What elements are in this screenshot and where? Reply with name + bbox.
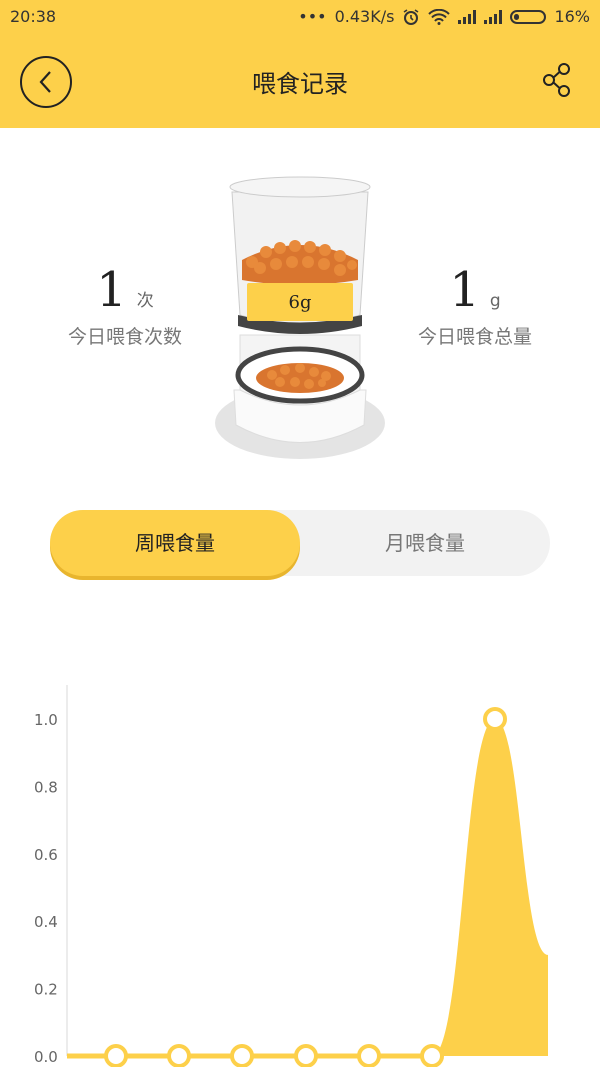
feed-total-unit: g xyxy=(489,291,501,311)
wifi-icon xyxy=(428,8,451,25)
weekly-feed-chart: 0.0 0.2 0.4 0.6 0.8 1.0 xyxy=(34,685,548,1067)
feed-total-value: 1 xyxy=(449,262,480,318)
share-icon[interactable] xyxy=(542,62,572,98)
chart-y-tick-label: 0.0 xyxy=(34,1048,58,1066)
status-time: 20:38 xyxy=(10,7,57,26)
chart-point xyxy=(483,707,507,731)
feed-total-label: 今日喂食总量 xyxy=(417,326,532,348)
stat-feed-total: 1g 今日喂食总量 xyxy=(405,262,545,349)
alarm-icon xyxy=(403,8,419,25)
chart-y-tick-label: 0.4 xyxy=(34,913,58,931)
network-speed: 0.43K/s xyxy=(334,7,395,26)
battery-icon xyxy=(510,9,547,24)
chart-y-tick-label: 0.2 xyxy=(34,981,58,999)
chart-point xyxy=(167,1044,191,1067)
signal-icon xyxy=(458,9,477,24)
chart-area xyxy=(67,719,548,1056)
battery-percent: 16% xyxy=(554,7,590,26)
chart-point xyxy=(357,1044,381,1067)
more-icon: ••• xyxy=(298,7,327,26)
chart-point xyxy=(230,1044,254,1067)
chart-point xyxy=(420,1044,444,1067)
chart-y-tick-label: 1.0 xyxy=(34,711,58,729)
page-title: 喂食记录 xyxy=(252,70,348,98)
chart-point xyxy=(294,1044,318,1067)
feed-count-value: 1 xyxy=(96,262,127,318)
feeder-illustration xyxy=(215,176,385,459)
signal-icon-2 xyxy=(484,9,503,24)
chart-y-tick-label: 0.8 xyxy=(34,778,58,796)
portion-label: 6g xyxy=(288,292,312,313)
feed-count-label: 今日喂食次数 xyxy=(67,326,182,348)
chart-point xyxy=(104,1044,128,1067)
feed-count-unit: 次 xyxy=(136,291,154,311)
stat-feed-count: 1次 今日喂食次数 xyxy=(55,262,195,349)
period-tabs: 周喂食量 月喂食量 xyxy=(50,510,550,576)
chart-y-tick-label: 0.6 xyxy=(34,846,58,864)
status-bar: 20:38 ••• 0.43K/s 16% xyxy=(0,0,600,34)
tab-weekly[interactable]: 周喂食量 xyxy=(50,510,300,576)
tab-monthly[interactable]: 月喂食量 xyxy=(300,510,550,576)
